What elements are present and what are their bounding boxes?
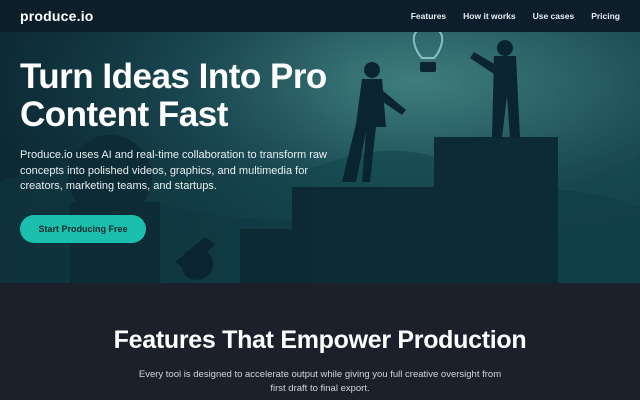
features-subtitle: Every tool is designed to accelerate out…	[138, 369, 502, 394]
hero-section: Turn Ideas Into Pro Content Fast Produce…	[0, 32, 640, 283]
nav-link-use-cases[interactable]: Use cases	[533, 11, 575, 21]
features-title: Features That Empower Production	[113, 326, 527, 354]
nav-link-pricing[interactable]: Pricing	[591, 11, 620, 21]
features-section: Features That Empower Production Every t…	[0, 283, 640, 400]
hero-title: Turn Ideas Into Pro Content Fast	[20, 57, 327, 134]
nav-link-how-it-works[interactable]: How it works	[463, 11, 515, 21]
brand-logo[interactable]: produce.io	[20, 8, 94, 24]
start-producing-button[interactable]: Start Producing Free	[20, 215, 146, 243]
nav-link-features[interactable]: Features	[411, 11, 446, 21]
hero-description: Produce.io uses AI and real-time collabo…	[20, 149, 327, 192]
top-navigation-bar: produce.io Features How it works Use cas…	[0, 0, 640, 32]
main-nav: Features How it works Use cases Pricing	[411, 11, 620, 21]
